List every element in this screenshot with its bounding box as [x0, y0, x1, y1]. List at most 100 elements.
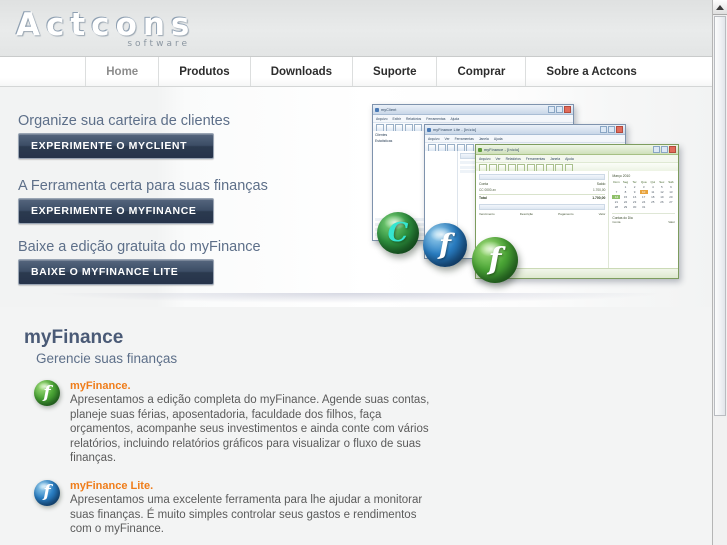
menu-ajuda[interactable]: Ajuda — [565, 157, 574, 161]
scrollbar-track[interactable] — [713, 418, 727, 545]
cal-day: 9 — [633, 190, 636, 194]
scrollbar-thumb[interactable] — [714, 16, 726, 416]
cal-day: 3 — [642, 185, 645, 189]
window-controls[interactable] — [548, 106, 571, 113]
cal-day: 11 — [651, 190, 655, 194]
close-icon — [564, 106, 571, 113]
window-title: myFinance Lite - [Início] — [433, 127, 477, 132]
menu-janela[interactable]: Janela — [550, 157, 560, 161]
calendar-pane: Março 2010 Dom Seg Ter Qua Qui Sex Sáb 123456 … — [608, 171, 678, 278]
myfinance-lite-icon: f — [34, 479, 60, 506]
col-pagamento: Pagamento — [558, 212, 574, 216]
cal-day: 22 — [623, 200, 628, 204]
window-controls[interactable] — [600, 126, 623, 133]
feature-text: myFinance Lite. Apresentamos uma excelen… — [70, 480, 438, 537]
nav-item-home[interactable]: Home — [85, 57, 160, 86]
hero-copy-column: Organize sua carteira de clientes EXPERI… — [18, 113, 318, 304]
cal-dow: Sáb — [668, 180, 674, 184]
cal-day-selected: 10 — [639, 190, 648, 194]
menu-janela[interactable]: Janela — [479, 137, 489, 141]
col-vencimento: Vencimento — [479, 212, 495, 216]
account-name: CC 0000-xx — [479, 188, 496, 192]
page-content: Actcons software Home Produtos Downloads… — [0, 0, 712, 545]
nav-item-sobre[interactable]: Sobre a Actcons — [526, 57, 656, 86]
cal-day: 13 — [669, 190, 673, 194]
product-section: myFinance Gerencie suas finanças f myFin… — [18, 327, 438, 545]
cal-day: 28 — [614, 205, 619, 209]
myfinance-lite-sphere-icon: f — [423, 223, 467, 267]
hero-bottom-shadow — [0, 293, 712, 307]
window-menubar[interactable]: Arquivo Ver Relatórios Ferramentas Janel… — [476, 155, 678, 163]
menu-relatorios[interactable]: Relatórios — [406, 117, 421, 121]
menu-arquivo[interactable]: Arquivo — [376, 117, 388, 121]
account-row: CC 0000-xx 1.700,00 — [479, 188, 605, 192]
menu-ferramentas[interactable]: Ferramentas — [426, 117, 445, 121]
maximize-icon — [661, 146, 668, 153]
download-myfinance-lite-button[interactable]: BAIXE O MYFINANCE LITE — [18, 259, 214, 285]
nav-item-produtos[interactable]: Produtos — [159, 57, 251, 86]
window-app-icon — [375, 107, 379, 112]
menu-arquivo[interactable]: Arquivo — [479, 157, 491, 161]
cal-day: 31 — [642, 205, 646, 209]
menu-ferramentas[interactable]: Ferramentas — [455, 137, 474, 141]
total-label: Total — [479, 196, 487, 200]
try-myclient-button[interactable]: EXPERIMENTE O MYCLIENT — [18, 133, 214, 159]
menu-ajuda[interactable]: Ajuda — [450, 117, 459, 121]
nav-item-suporte[interactable]: Suporte — [353, 57, 438, 86]
col-valor: Valor — [668, 220, 675, 224]
hero-caption-myfinance: A Ferramenta certa para suas finanças — [18, 178, 268, 194]
account-balance: 1.700,00 — [592, 188, 606, 192]
cal-dow: Qua — [640, 180, 647, 184]
nav-item-downloads[interactable]: Downloads — [251, 57, 354, 86]
site-logo[interactable]: Actcons software — [16, 7, 246, 51]
cal-day — [612, 185, 620, 189]
window-title: myFinance - [Início] — [484, 147, 520, 152]
hero-caption-myfinance-lite: Baixe a edição gratuita do myFinance — [18, 239, 261, 255]
cal-day: 25 — [651, 200, 655, 204]
hero-caption-myclient: Organize sua carteira de clientes — [18, 113, 230, 129]
hero-product-screenshots: myClient Arquivo Exibir Relatórios Ferra… — [360, 87, 712, 307]
try-myfinance-button[interactable]: EXPERIMENTE O MYFINANCE — [18, 198, 214, 224]
close-icon — [669, 146, 676, 153]
myclient-sphere-icon: C — [377, 212, 419, 254]
cal-day: 12 — [660, 190, 664, 194]
browser-scrollbar[interactable] — [712, 0, 727, 545]
cal-day: 2 — [633, 185, 636, 189]
window-menubar[interactable]: Arquivo Ver Ferramentas Janela Ajuda — [425, 135, 625, 143]
menu-relatorios[interactable]: Relatórios — [506, 157, 521, 161]
cashflow-header — [479, 204, 606, 210]
contas-do-dia-title: Contas do Dia — [612, 213, 675, 220]
window-titlebar: myFinance Lite - [Início] — [425, 125, 625, 135]
window-titlebar: myClient — [373, 105, 573, 115]
cal-day: 17 — [642, 195, 646, 199]
feature-link-myfinance[interactable]: myFinance. — [70, 380, 438, 392]
feature-description: Apresentamos uma excelente ferramenta pa… — [70, 493, 423, 536]
menu-exibir[interactable]: Exibir — [393, 117, 401, 121]
window-controls[interactable] — [653, 146, 676, 153]
cal-dow: Dom — [613, 180, 620, 184]
nav-item-comprar[interactable]: Comprar — [437, 57, 527, 86]
hero-block-myfinance-lite: Baixe a edição gratuita do myFinance BAI… — [18, 239, 318, 299]
window-menubar[interactable]: Arquivo Exibir Relatórios Ferramentas Aj… — [373, 115, 573, 123]
menu-ver[interactable]: Ver — [496, 157, 501, 161]
window-title: myClient — [381, 107, 397, 112]
cal-day: 20 — [669, 195, 673, 199]
menu-arquivo[interactable]: Arquivo — [428, 137, 440, 141]
menu-ajuda[interactable]: Ajuda — [494, 137, 503, 141]
menu-ferramentas[interactable]: Ferramentas — [526, 157, 545, 161]
menu-ver[interactable]: Ver — [445, 137, 450, 141]
cal-day: 8 — [624, 190, 627, 194]
cal-day: 6 — [670, 185, 672, 189]
cal-day: 5 — [661, 185, 663, 189]
hero-block-myclient: Organize sua carteira de clientes EXPERI… — [18, 113, 318, 173]
cal-dow: Seg — [622, 180, 629, 184]
total-value: 1.700,00 — [592, 196, 606, 200]
cal-day: 26 — [660, 200, 664, 204]
scroll-up-button[interactable] — [713, 0, 727, 15]
calendar-grid[interactable]: Dom Seg Ter Qua Qui Sex Sáb 123456 7 8 9 10 11 12 13… — [612, 180, 675, 209]
feature-link-myfinance-lite[interactable]: myFinance Lite. — [70, 480, 438, 492]
minimize-icon — [653, 146, 660, 153]
window-titlebar: myFinance - [Início] — [476, 145, 678, 155]
cal-dow: Sex — [659, 180, 665, 184]
feature-text: myFinance. Apresentamos a edição complet… — [70, 380, 438, 466]
